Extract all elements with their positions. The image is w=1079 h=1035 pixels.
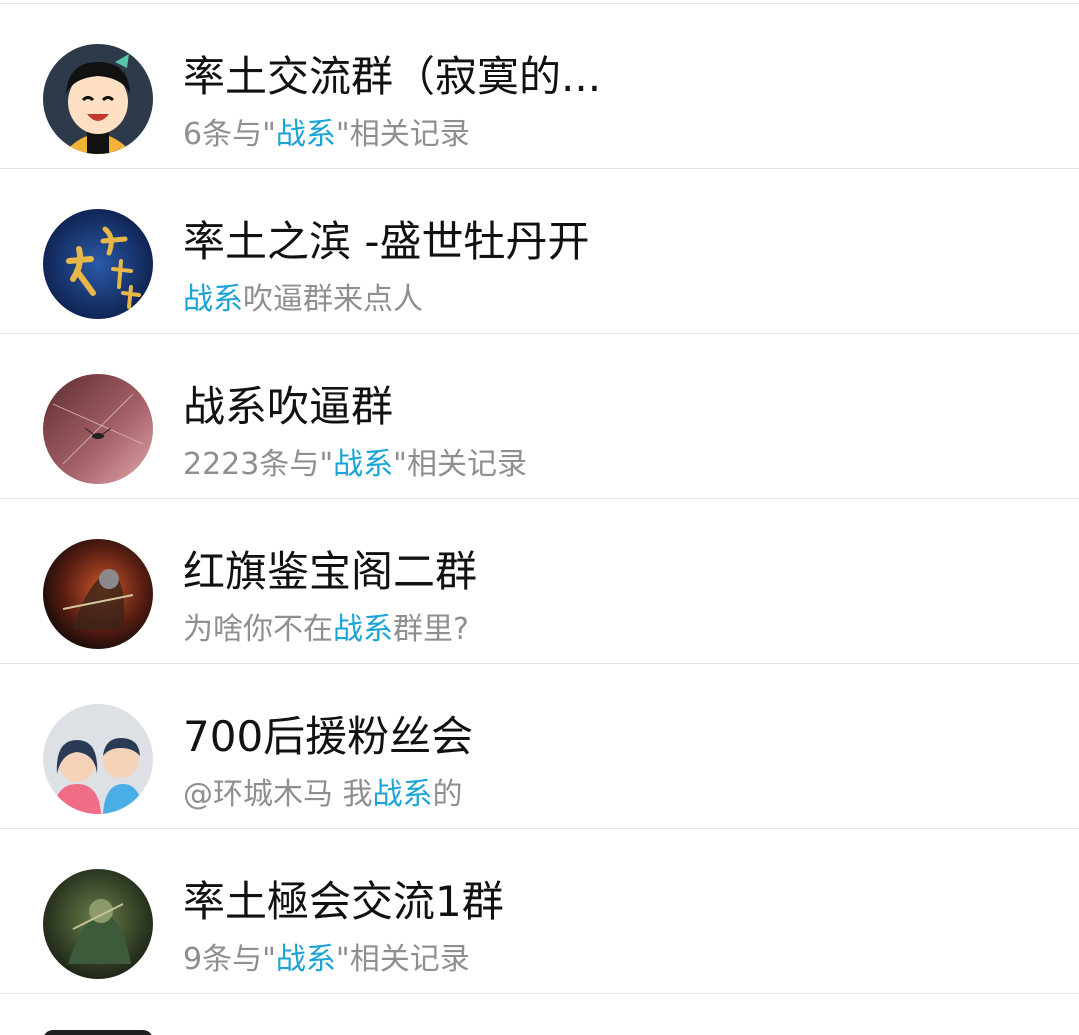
result-item[interactable]: 红旗鉴宝阁二群 为啥你不在战系群里? [0, 500, 1079, 664]
group-title: 700后援粉丝会 [183, 712, 474, 761]
subtitle-text: "相关记录 [335, 942, 470, 977]
default-group-avatar-icon [43, 704, 153, 814]
subtitle-text: 6条与" [183, 117, 276, 152]
calligraphy-avatar-icon [43, 209, 153, 319]
search-results-list: 率土交流群（寂寞的... 6条与"战系"相关记录 率土之滨 -盛世牡丹开 战系吹… [0, 0, 1079, 1035]
subtitle-text: 9条与" [183, 942, 276, 977]
next-item-avatar-icon [43, 1030, 153, 1035]
result-item[interactable]: 率土極会交流1群 9条与"战系"相关记录 [0, 830, 1079, 994]
result-item[interactable]: 率土之滨 -盛世牡丹开 战系吹逼群来点人 [0, 170, 1079, 334]
result-item[interactable]: 战系吹逼群 2223条与"战系"相关记录 [0, 335, 1079, 499]
subtitle-text: "相关记录 [393, 447, 527, 482]
cartoon-boy-avatar-icon [43, 44, 153, 154]
result-item[interactable]: 率土交流群（寂寞的... 6条与"战系"相关记录 [0, 5, 1079, 169]
highlighted-keyword: 战系 [333, 447, 394, 482]
subtitle-text: 为啥你不在 [183, 612, 333, 647]
warrior-art-avatar-icon [43, 539, 153, 649]
match-summary: 6条与"战系"相关记录 [183, 114, 470, 156]
subtitle-text: 2223条与" [183, 447, 334, 482]
group-title: 率土交流群（寂寞的... [183, 52, 602, 101]
subtitle-text: "相关记录 [335, 117, 470, 152]
group-title: 率土之滨 -盛世牡丹开 [183, 217, 590, 266]
match-summary: 9条与"战系"相关记录 [183, 939, 470, 981]
subtitle-text: 吹逼群来点人 [243, 282, 423, 317]
group-title: 率土極会交流1群 [183, 877, 504, 926]
divider [0, 3, 1079, 4]
highlighted-keyword: 战系 [275, 117, 336, 152]
highlighted-keyword: 战系 [275, 942, 336, 977]
subtitle-text: 群里? [393, 612, 469, 647]
match-summary: @环城木马 我战系的 [183, 774, 463, 816]
match-summary: 战系吹逼群来点人 [183, 279, 423, 321]
subtitle-text: @环城木马 我 [183, 777, 373, 812]
result-item[interactable]: 700后援粉丝会 @环城木马 我战系的 [0, 665, 1079, 829]
match-summary: 为啥你不在战系群里? [183, 609, 469, 651]
group-title: 战系吹逼群 [183, 382, 394, 431]
group-title: 红旗鉴宝阁二群 [183, 547, 478, 596]
highlighted-keyword: 战系 [333, 612, 393, 647]
subtitle-text: 的 [432, 777, 463, 812]
highlighted-keyword: 战系 [183, 282, 243, 317]
green-warrior-avatar-icon [43, 869, 153, 979]
match-summary: 2223条与"战系"相关记录 [183, 444, 527, 486]
insect-photo-avatar-icon [43, 374, 153, 484]
highlighted-keyword: 战系 [372, 777, 433, 812]
